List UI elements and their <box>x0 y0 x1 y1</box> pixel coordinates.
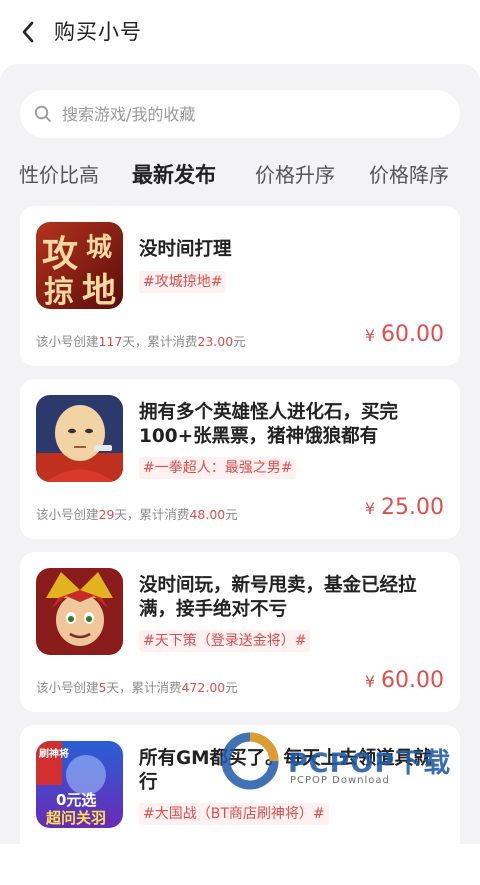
days-value: 117 <box>98 334 123 349</box>
game-tag[interactable]: #天下策（登录送金将）# <box>139 630 311 652</box>
listing-card[interactable]: 没时间玩，新号甩卖，基金已经拉满，接手绝对不亏 #天下策（登录送金将）# 该小号… <box>20 552 460 712</box>
page-title: 购买小号 <box>54 20 142 44</box>
thumb-char: 掠 <box>44 275 74 309</box>
meta-text: 天，累计消费 <box>122 334 198 349</box>
listing-card[interactable]: 拥有多个英雄怪人进化石，买完100+张黑票，猪神饿狼都有 #一拳超人：最强之男#… <box>20 379 460 539</box>
listing-card[interactable]: 攻 城 掠 地 没时间打理 #攻城掠地# 该小号创建117天，累计消费23.00… <box>20 206 460 366</box>
meta-text: 天，累计消费 <box>106 680 182 695</box>
listing-title: 拥有多个英雄怪人进化石，买完100+张黑票，猪神饿狼都有 <box>139 402 399 447</box>
meta-text: 该小号创建 <box>36 334 99 349</box>
price-value: 60.00 <box>381 322 444 347</box>
sort-tabs: 性价比高 最新发布 价格升序 价格降序 <box>0 157 480 193</box>
meta-text: 元 <box>225 680 238 695</box>
currency-symbol: ¥ <box>364 499 376 518</box>
meta-text: 元 <box>225 507 238 522</box>
game-icon-daguozhan[interactable]: 刷神将 0元选 超问关羽 <box>36 741 123 828</box>
listing-title: 没时间玩，新号甩卖，基金已经拉满，接手绝对不亏 <box>139 575 417 620</box>
listing-price: ¥25.00 <box>365 495 444 520</box>
game-tag[interactable]: #攻城掠地# <box>139 271 227 293</box>
tab-price-desc[interactable]: 价格降序 <box>369 157 449 193</box>
watermark-logo: PCPOP下载 PCPOP Download <box>220 731 470 791</box>
search-icon <box>34 105 52 123</box>
chevron-left-icon <box>22 21 34 43</box>
thumb-banner: 超问关羽 <box>45 809 106 827</box>
back-button[interactable] <box>14 16 42 48</box>
meta-text: 该小号创建 <box>36 680 99 695</box>
thumb-char: 地 <box>82 271 116 309</box>
listing-price: ¥60.00 <box>365 668 444 693</box>
game-tag[interactable]: #一拳超人：最强之男# <box>139 457 297 479</box>
thumb-badge: 刷神将 <box>39 747 69 760</box>
spent-value: 23.00 <box>197 334 234 349</box>
tab-value-for-money[interactable]: 性价比高 <box>19 157 99 193</box>
spent-value: 472.00 <box>181 680 226 695</box>
thumb-banner: 0元选 <box>56 791 96 809</box>
game-tag[interactable]: #大国战（BT商店刷神将）# <box>139 803 329 825</box>
header-bar: 购买小号 <box>0 0 480 64</box>
meta-text: 天，累计消费 <box>114 507 190 522</box>
currency-symbol: ¥ <box>364 672 376 691</box>
currency-symbol: ¥ <box>364 326 376 345</box>
price-value: 60.00 <box>381 668 444 693</box>
game-icon-tianxiace[interactable] <box>36 568 123 655</box>
meta-text: 该小号创建 <box>36 507 99 522</box>
game-icon-one-punch-man[interactable] <box>36 395 123 482</box>
listing-title: 没时间打理 <box>139 239 232 260</box>
thumb-char: 攻 <box>42 233 78 275</box>
watermark-subtitle: PCPOP Download <box>290 775 390 786</box>
game-icon-gongcheng-ludi[interactable]: 攻 城 掠 地 <box>36 222 123 309</box>
meta-text: 元 <box>233 334 246 349</box>
days-value: 29 <box>98 507 115 522</box>
tab-price-asc[interactable]: 价格升序 <box>255 157 335 193</box>
search-bar[interactable] <box>20 90 460 138</box>
pcpop-logo-icon <box>221 732 279 790</box>
listing-meta: 该小号创建29天，累计消费48.00元 <box>36 504 238 523</box>
thumb-char: 城 <box>86 233 112 263</box>
spent-value: 48.00 <box>189 507 226 522</box>
listing-meta: 该小号创建117天，累计消费23.00元 <box>36 331 246 350</box>
price-value: 25.00 <box>381 495 444 520</box>
listing-meta: 该小号创建5天，累计消费472.00元 <box>36 677 238 696</box>
tab-newest[interactable]: 最新发布 <box>132 157 216 193</box>
listing-price: ¥60.00 <box>365 322 444 347</box>
search-input[interactable] <box>60 103 444 125</box>
